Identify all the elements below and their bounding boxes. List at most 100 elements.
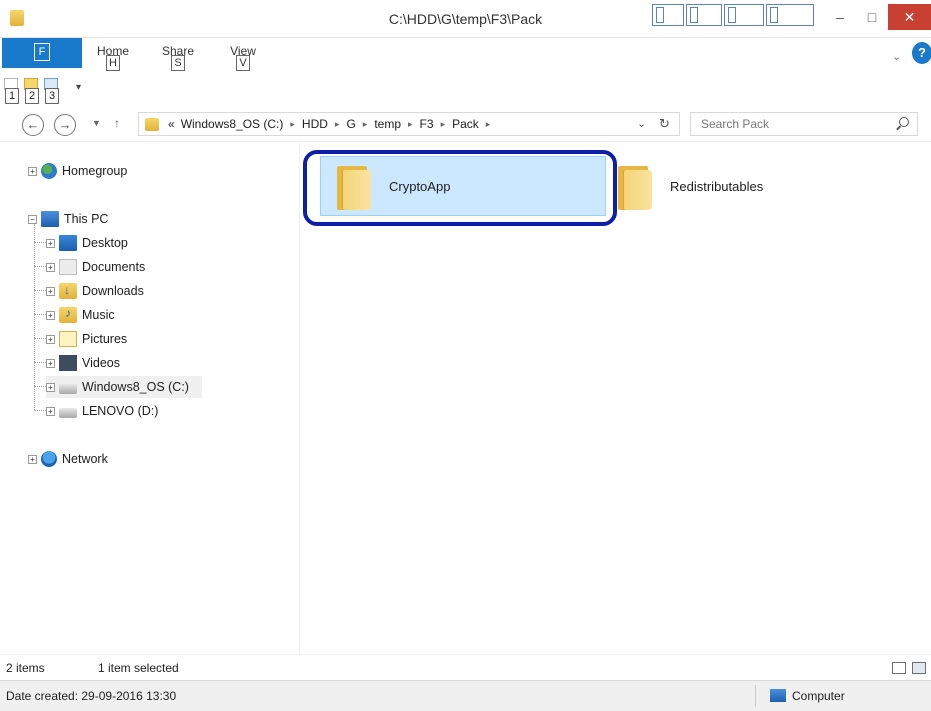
tab-view[interactable]: View V [228, 44, 258, 71]
qat-dropdown-icon[interactable]: ▾ [76, 82, 81, 93]
breadcrumb-separator-icon[interactable]: ▸ [482, 119, 495, 130]
large-icons-view-icon[interactable] [912, 662, 926, 674]
snap-layout-1-icon[interactable] [652, 4, 684, 26]
refresh-icon[interactable]: ↻ [659, 116, 670, 132]
expand-icon[interactable]: + [28, 166, 37, 176]
folder-name: Redistributables [670, 178, 764, 194]
address-bar[interactable]: « Windows8_OS (C:) ▸ HDD ▸ G ▸ temp ▸ F3… [138, 112, 680, 136]
breadcrumb-item[interactable]: Pack [449, 117, 482, 131]
qat-new-folder-button[interactable]: 2 [24, 78, 42, 104]
expand-icon[interactable]: + [46, 286, 55, 296]
breadcrumb-separator-icon[interactable]: ▸ [437, 119, 450, 130]
search-input[interactable] [701, 116, 891, 132]
up-button[interactable]: ↑ [114, 116, 120, 130]
snap-layout-4-icon[interactable] [766, 4, 814, 26]
folder-icon [614, 162, 654, 210]
search-icon[interactable] [899, 117, 909, 127]
breadcrumb-item[interactable]: Windows8_OS (C:) [178, 117, 287, 131]
documents-icon [59, 259, 77, 275]
nav-item-music[interactable]: + Music [46, 304, 115, 326]
snap-layout-3-icon[interactable] [724, 4, 764, 26]
close-button[interactable]: ✕ [888, 4, 931, 30]
divider [755, 685, 756, 707]
network-icon [41, 451, 57, 467]
details-view-icon[interactable] [892, 662, 906, 674]
title-bar: C:\HDD\G\temp\F3\Pack – □ ✕ [0, 0, 931, 38]
downloads-icon [59, 283, 77, 299]
folder-tile-redistributables[interactable]: Redistributables [614, 156, 874, 216]
nav-item-windows8-os-c[interactable]: + Windows8_OS (C:) [46, 376, 202, 398]
nav-item-homegroup[interactable]: + Homegroup [28, 160, 127, 182]
nav-item-label: Network [62, 452, 108, 466]
folder-tile-cryptoapp[interactable]: CryptoApp [320, 156, 606, 216]
windows-drive-icon [59, 384, 77, 394]
qat-properties-button[interactable]: 1 [4, 78, 22, 104]
item-count: 2 items [6, 660, 45, 675]
nav-item-this-pc[interactable]: − This PC [28, 208, 108, 230]
nav-item-downloads[interactable]: + Downloads [46, 280, 144, 302]
breadcrumb-item[interactable]: F3 [417, 117, 437, 131]
forward-button[interactable]: → [54, 114, 76, 136]
expand-icon[interactable]: + [46, 238, 55, 248]
nav-item-label: Pictures [82, 332, 128, 346]
breadcrumb-overflow[interactable]: « [165, 117, 178, 131]
videos-icon [59, 355, 77, 371]
expand-icon[interactable]: + [46, 382, 55, 392]
date-created: Date created: 29-09-2016 13:30 [6, 689, 177, 703]
nav-item-label: Videos [82, 356, 120, 370]
drive-icon [59, 408, 77, 418]
expand-icon[interactable]: + [46, 262, 55, 272]
breadcrumb-item[interactable]: G [343, 117, 358, 131]
breadcrumb-item[interactable]: temp [371, 117, 404, 131]
breadcrumb-separator-icon[interactable]: ▸ [359, 119, 372, 130]
nav-item-label: LENOVO (D:) [82, 404, 159, 418]
chevron-down-icon[interactable]: ⌄ [892, 50, 901, 63]
tree-line [34, 242, 46, 243]
file-keytip: F [34, 43, 50, 61]
expand-icon[interactable]: + [46, 358, 55, 368]
maximize-button[interactable]: □ [858, 4, 886, 30]
file-tab[interactable]: F [2, 38, 82, 68]
expand-icon[interactable]: + [46, 406, 55, 416]
folder-name: CryptoApp [389, 178, 451, 194]
breadcrumb-separator-icon[interactable]: ▸ [331, 119, 344, 130]
nav-item-label: Downloads [82, 284, 144, 298]
folder-icon [333, 162, 373, 210]
details-bar: Date created: 29-09-2016 13:30 Computer [0, 680, 931, 711]
breadcrumb-item[interactable]: HDD [299, 117, 331, 131]
nav-item-documents[interactable]: + Documents [46, 256, 145, 278]
minimize-button[interactable]: – [826, 4, 854, 30]
snap-layout-2-icon[interactable] [686, 4, 722, 26]
breadcrumb-separator-icon[interactable]: ▸ [404, 119, 417, 130]
tab-home[interactable]: Home H [96, 44, 130, 71]
breadcrumb-separator-icon[interactable]: ▸ [286, 119, 299, 130]
help-icon[interactable]: ? [912, 42, 931, 64]
expand-icon[interactable]: + [46, 310, 55, 320]
nav-item-desktop[interactable]: + Desktop [46, 232, 128, 254]
nav-item-label: Documents [82, 260, 146, 274]
expand-icon[interactable]: + [28, 454, 37, 464]
desktop-icon [59, 235, 77, 251]
back-button[interactable]: ← [22, 114, 44, 136]
tree-line [34, 362, 46, 363]
nav-item-label: This PC [64, 212, 109, 226]
nav-item-lenovo-d[interactable]: + LENOVO (D:) [46, 400, 158, 422]
nav-item-network[interactable]: + Network [28, 448, 108, 470]
homegroup-icon [41, 163, 57, 179]
address-history-dropdown-icon[interactable]: ⌄ [637, 117, 646, 130]
tab-share[interactable]: Share S [160, 44, 196, 71]
nav-item-videos[interactable]: + Videos [46, 352, 120, 374]
expand-icon[interactable]: + [46, 334, 55, 344]
location-label: Computer [792, 689, 845, 703]
nav-item-label: Homegroup [62, 164, 128, 178]
collapse-icon[interactable]: − [28, 214, 37, 224]
tree-line [34, 290, 46, 291]
tree-line [34, 338, 46, 339]
computer-icon [41, 211, 59, 227]
folder-icon [145, 117, 159, 131]
recent-locations-icon[interactable]: ▼ [92, 118, 101, 128]
file-list[interactable]: CryptoApp Redistributables [300, 142, 931, 654]
qat-keytip-3: 3 [45, 88, 59, 104]
nav-item-pictures[interactable]: + Pictures [46, 328, 127, 350]
qat-rename-button[interactable]: 3 [44, 78, 62, 104]
